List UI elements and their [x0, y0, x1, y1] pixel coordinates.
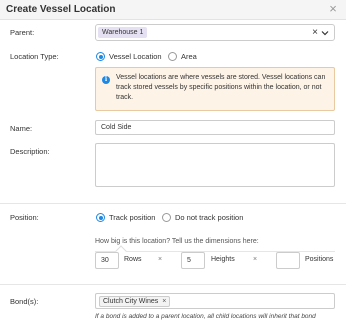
parent-label: Parent: [10, 28, 35, 37]
info-text: Vessel locations are where vessels are s… [116, 74, 326, 101]
positions-input[interactable] [276, 252, 300, 269]
dialog-header: Create Vessel Location × [0, 0, 346, 20]
radio-track-position-label: Track position [109, 213, 156, 222]
radio-vessel-location[interactable] [96, 52, 105, 61]
info-callout: i Vessel locations are where vessels are… [95, 67, 335, 111]
times-icon: × [158, 256, 163, 263]
bond-tag-label: Clutch City Wines [103, 298, 159, 305]
close-icon[interactable]: × [326, 2, 340, 16]
parent-select[interactable]: Warehouse 1 × [95, 24, 335, 41]
name-label: Name: [10, 124, 33, 133]
radio-do-not-track-position[interactable] [162, 213, 171, 222]
radio-area-label: Area [181, 52, 197, 61]
parent-selected-chip: Warehouse 1 [98, 27, 148, 38]
info-icon: i [102, 76, 110, 84]
radio-track-position[interactable] [96, 213, 105, 222]
clear-icon[interactable]: × [312, 26, 318, 39]
remove-tag-icon[interactable]: × [162, 298, 166, 305]
bonds-label: Bond(s): [10, 297, 39, 306]
name-input[interactable]: Cold Side [95, 120, 335, 135]
radio-do-not-track-position-label: Do not track position [175, 213, 244, 222]
rows-label: Rows [124, 256, 142, 263]
bond-tag: Clutch City Wines × [99, 296, 171, 307]
chevron-down-icon[interactable] [320, 28, 330, 38]
radio-area[interactable] [168, 52, 177, 61]
positions-label: Positions [305, 256, 334, 263]
rows-input[interactable]: 30 [95, 252, 119, 269]
radio-vessel-location-label: Vessel Location [109, 52, 162, 61]
section-divider [0, 203, 346, 204]
times-icon: × [253, 256, 258, 263]
dimensions-hint: How big is this location? Tell us the di… [95, 238, 259, 245]
description-label: Description: [10, 147, 50, 156]
location-type-label: Location Type: [10, 52, 59, 61]
dialog-title: Create Vessel Location [6, 4, 116, 15]
section-divider [0, 284, 346, 285]
bonds-inheritance-note: If a bond is added to a parent location,… [95, 313, 316, 320]
position-label: Position: [10, 213, 39, 222]
heights-label: Heights [211, 256, 235, 263]
heights-input[interactable]: 5 [181, 252, 205, 269]
description-textarea[interactable] [95, 143, 335, 187]
bonds-multiselect[interactable]: Clutch City Wines × [95, 293, 335, 309]
